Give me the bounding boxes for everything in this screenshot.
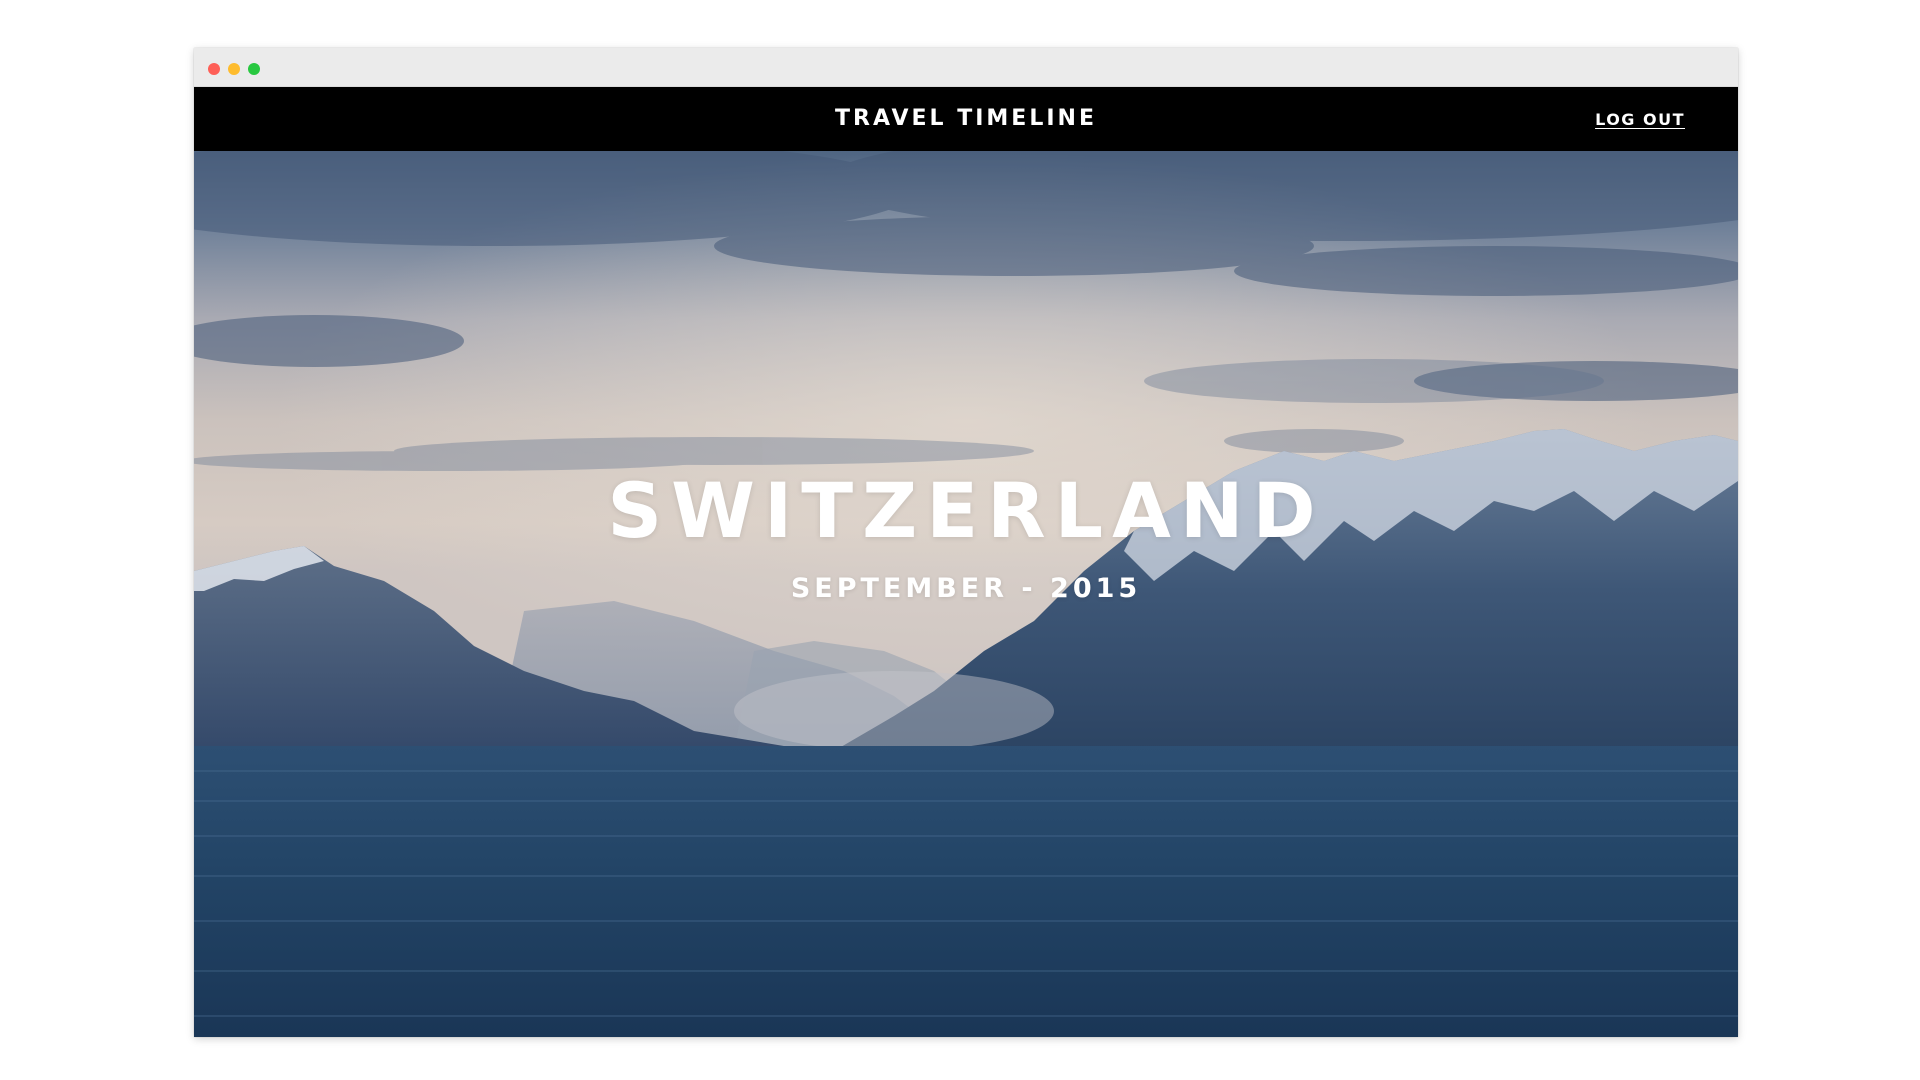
hero-section: SWITZERLAND SEPTEMBER - 2015 [194,151,1738,1037]
logout-link[interactable]: LOG OUT [1595,87,1685,151]
maximize-window-button[interactable] [248,63,260,75]
minimize-window-button[interactable] [228,63,240,75]
close-window-button[interactable] [208,63,220,75]
browser-window: TRAVEL TIMELINE LOG OUT SWITZERLAND SEPT… [194,48,1738,1037]
site-title: TRAVEL TIMELINE [835,106,1097,131]
browser-chrome [194,48,1738,87]
hero-title: SWITZERLAND [607,466,1325,555]
top-navbar: TRAVEL TIMELINE LOG OUT [194,87,1738,151]
hero-subtitle: SEPTEMBER - 2015 [790,573,1142,604]
